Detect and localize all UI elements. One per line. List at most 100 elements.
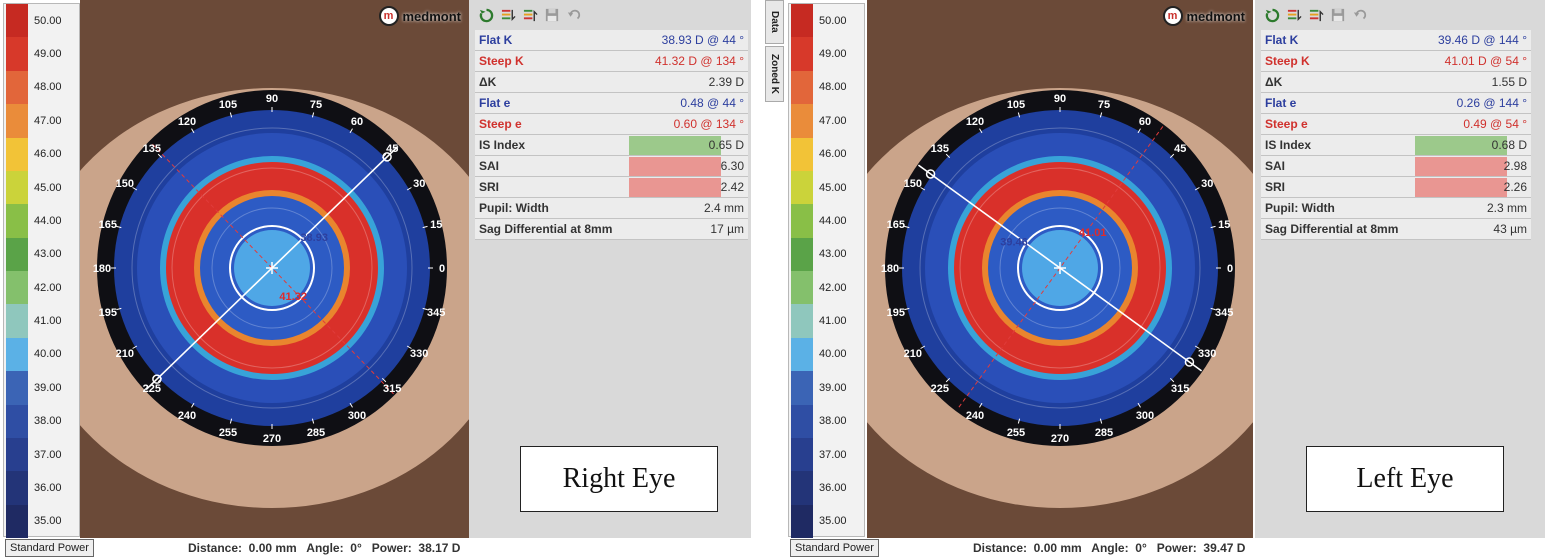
scale-entry: 39.00 — [789, 371, 864, 405]
scale-value: 39.00 — [34, 381, 62, 394]
angle-label: 255 — [1007, 427, 1025, 439]
medmont-logo-mark: m — [378, 6, 399, 26]
data-label: Steep K — [479, 54, 524, 68]
undo-icon[interactable] — [566, 7, 582, 23]
data-value: 2.4 mm — [703, 201, 744, 215]
save-icon[interactable] — [1330, 7, 1346, 23]
scale-swatch — [791, 304, 813, 338]
data-value-cell: 17 µm — [629, 222, 748, 236]
data-label: Pupil: Width — [479, 201, 549, 215]
data-value: 2.98 — [1503, 159, 1527, 173]
scale-entry: 43.00 — [4, 237, 79, 271]
data-value: 0.60 @ 134 ° — [673, 117, 744, 131]
data-value: 41.32 D @ 134 ° — [654, 54, 744, 68]
scale-entry: 44.00 — [4, 204, 79, 238]
angle-label: 345 — [1215, 307, 1233, 319]
angle-label: 210 — [116, 348, 134, 360]
data-value-cell: 43 µm — [1415, 222, 1531, 236]
data-value: 0.48 @ 44 ° — [680, 96, 744, 110]
scale-swatch — [6, 304, 28, 338]
scale-swatch — [6, 170, 28, 205]
scale-swatch — [791, 371, 813, 405]
data-label: Flat K — [1265, 33, 1299, 47]
list-sort-icon[interactable] — [500, 7, 516, 23]
medmont-logo-mark: m — [1162, 6, 1183, 26]
scale-swatch — [791, 337, 813, 372]
angle-label: 225 — [143, 383, 161, 395]
refresh-icon[interactable] — [478, 7, 494, 23]
indices-table: Flat K 39.46 D @ 144 ° Steep K 41.01 D @ 54… — [1261, 30, 1531, 240]
scale-entry: 37.00 — [789, 437, 864, 472]
scale-value: 45.00 — [819, 181, 847, 194]
data-row: SAI 2.98 — [1261, 156, 1531, 177]
scale-entry: 36.00 — [4, 471, 79, 505]
topography-map[interactable]: 0 15 30 45 60 75 90 105 120 135 150 165 180 195 210 225… — [867, 0, 1253, 538]
medmont-logo-text: medmont — [402, 8, 462, 24]
tab-data[interactable]: Data — [765, 0, 784, 44]
angle-label: 195 — [887, 307, 905, 319]
angle-label: 225 — [931, 383, 949, 395]
angle-label: 90 — [266, 93, 278, 105]
data-label: Sag Differential at 8mm — [1265, 222, 1399, 236]
map-mode-button[interactable]: Standard Power — [5, 539, 94, 557]
scale-entry: 35.00 — [4, 504, 79, 538]
scale-swatch — [791, 504, 813, 538]
scale-value: 37.00 — [819, 448, 847, 461]
scale-value: 36.00 — [34, 481, 62, 494]
data-value-cell: 2.4 mm — [629, 201, 748, 215]
undo-icon[interactable] — [1352, 7, 1368, 23]
scale-entry: 47.00 — [789, 104, 864, 138]
tab-zoned-k[interactable]: Zoned K — [765, 46, 784, 102]
scale-swatch — [791, 404, 813, 438]
scale-entry: 45.00 — [789, 170, 864, 205]
flat-k-label: 39.46 — [1000, 236, 1028, 248]
scale-swatch — [6, 104, 28, 138]
data-value-cell: 41.32 D @ 134 ° — [629, 54, 748, 68]
save-icon[interactable] — [544, 7, 560, 23]
scale-value: 46.00 — [819, 148, 847, 161]
data-value-cell: 0.49 @ 54 ° — [1415, 117, 1531, 131]
data-value: 0.68 D — [1491, 138, 1527, 152]
map-mode-button[interactable]: Standard Power — [790, 539, 879, 557]
angle-label: 60 — [351, 116, 363, 128]
scale-entry: 39.00 — [4, 371, 79, 405]
data-label: Flat e — [1265, 96, 1297, 110]
scale-swatch — [6, 337, 28, 372]
angle-label: 0 — [1227, 263, 1233, 275]
data-value-cell: 0.60 @ 134 ° — [629, 117, 748, 131]
scale-value: 38.00 — [34, 415, 62, 428]
list-sort-desc-icon[interactable] — [522, 7, 538, 23]
flat-k-label: 38.93 — [300, 232, 328, 244]
scale-entry: 40.00 — [789, 337, 864, 372]
data-row: SRI 2.42 — [475, 177, 748, 198]
data-row: Steep e 0.49 @ 54 ° — [1261, 114, 1531, 135]
scale-value: 35.00 — [34, 515, 62, 528]
data-value: 0.49 @ 54 ° — [1463, 117, 1527, 131]
scale-swatch — [6, 4, 28, 38]
topography-map[interactable]: 0 15 30 45 60 75 90 105 120 135 150 165 180 195 210 225… — [80, 0, 469, 538]
list-sort-icon[interactable] — [1286, 7, 1302, 23]
scale-value: 40.00 — [34, 348, 62, 361]
angle-label: 30 — [1201, 178, 1213, 190]
refresh-icon[interactable] — [1264, 7, 1280, 23]
data-value: 2.42 — [720, 180, 744, 194]
angle-label: 75 — [1098, 99, 1110, 111]
scale-entry: 44.00 — [789, 204, 864, 238]
scale-swatch — [6, 437, 28, 472]
angle-label: 330 — [410, 348, 428, 360]
data-value-cell: 41.01 D @ 54 ° — [1415, 54, 1531, 68]
list-sort-desc-icon[interactable] — [1308, 7, 1324, 23]
scale-entry: 48.00 — [789, 70, 864, 105]
scale-value: 50.00 — [34, 14, 62, 27]
angle-label: 165 — [887, 219, 905, 231]
eye-label: Right Eye — [520, 446, 718, 512]
angle-label: 135 — [143, 143, 161, 155]
scale-swatch — [6, 271, 28, 305]
data-row: IS Index 0.68 D — [1261, 135, 1531, 156]
scale-swatch — [791, 170, 813, 205]
scale-entry: 41.00 — [4, 304, 79, 338]
steep-k-label: 41.01 — [1079, 227, 1107, 239]
scale-swatch — [791, 104, 813, 138]
angle-label: 195 — [99, 307, 117, 319]
right-eye-panel: 50.00 49.00 48.00 47.00 46.00 45.00 44.00 43.00… — [0, 0, 765, 560]
